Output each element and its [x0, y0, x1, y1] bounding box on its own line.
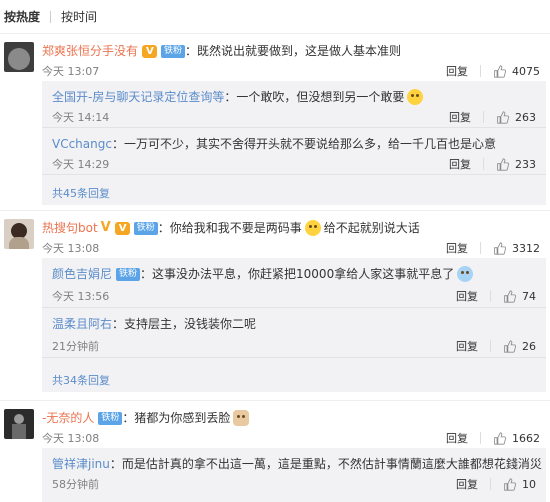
reply-button[interactable]: 回复 [456, 338, 478, 354]
comment-text: ：猪都为你感到丢脸 [122, 411, 231, 425]
reply-text: ：而是估計真的拿不出這一萬，這是重點，不然估計事情蘭這麼大誰都想花錢消災 [109, 457, 542, 471]
like-icon[interactable] [496, 110, 509, 124]
reply-username[interactable]: 温柔且阿右 [52, 316, 112, 332]
reply-item: 温柔且阿右 ：支持层主，没钱装你二呢 21分钟前 回复 26 [42, 308, 546, 358]
reply-button[interactable]: 回复 [446, 240, 468, 256]
reply-button[interactable]: 回复 [446, 430, 468, 446]
reply-button[interactable]: 回复 [449, 156, 471, 172]
reply-text: ：支持层主，没钱装你二呢 [112, 317, 257, 331]
sort-by-time-tab[interactable]: 按时间 [61, 8, 97, 25]
comment-time: 今天 13:08 [42, 432, 100, 445]
comment-item: 郑爽张恒分手没有 铁粉 ：既然说出就要做到，这是做人基本准则 今天 13:07 … [0, 34, 550, 211]
comment-item: 热搜句bot V 铁粉 ：你给我和我不要是两码事 给不起就别说大话 今天 13:… [0, 211, 550, 401]
reply-username[interactable]: 颜色吉娟尼 [52, 266, 112, 282]
fan-badge: 铁粉 [161, 44, 186, 58]
member-badge-icon [114, 221, 130, 237]
reply-time: 58分钟前 [52, 478, 99, 491]
comment-username[interactable]: 郑爽张恒分手没有 [42, 43, 138, 59]
sort-by-hot-tab[interactable]: 按热度 [4, 8, 40, 25]
reply-button[interactable]: 回复 [449, 109, 471, 125]
fan-badge: 铁粉 [98, 411, 123, 425]
like-count: 3312 [512, 241, 540, 255]
sort-divider [50, 10, 52, 23]
reply-time: 今天 14:29 [52, 158, 110, 171]
avatar[interactable] [4, 219, 34, 249]
emoji-icon [304, 220, 321, 236]
avatar[interactable] [4, 409, 34, 439]
comment-time: 今天 13:08 [42, 242, 100, 255]
like-icon[interactable] [493, 64, 506, 78]
reply-username[interactable]: VCchangc [52, 136, 112, 152]
like-count: 74 [522, 289, 536, 303]
like-count: 10 [522, 477, 536, 491]
like-count: 4075 [512, 64, 540, 78]
like-count: 1662 [512, 431, 540, 445]
reply-list: 全国开-房与聊天记录定位查询等 ：一个敢吹，但没想到另一个敢要 今天 14:14… [42, 81, 546, 205]
reply-text: ：一个敢吹，但没想到另一个敢要 [224, 90, 405, 104]
like-icon[interactable] [503, 339, 516, 353]
reply-button[interactable]: 回复 [456, 476, 478, 492]
reply-button[interactable]: 回复 [456, 288, 478, 304]
emoji-icon [457, 266, 474, 282]
like-icon[interactable] [503, 289, 516, 303]
emoji-icon [407, 89, 424, 105]
like-icon[interactable] [503, 477, 516, 491]
like-count: 26 [522, 339, 536, 353]
like-icon[interactable] [493, 241, 506, 255]
comment-username[interactable]: -无奈的人 [42, 410, 94, 426]
reply-text: ：一万可不少，其实不舍得开头就不要说给那么多，给一千几百也是心意 [111, 137, 496, 151]
fan-badge: 铁粉 [133, 221, 158, 235]
reply-item: VCchangc ：一万可不少，其实不舍得开头就不要说给那么多，给一千几百也是心… [42, 128, 546, 175]
reply-list: 颜色吉娟尼 铁粉 ：这事没办法平息，你赶紧把10000拿给人家这事就平息了 今天… [42, 258, 546, 392]
reply-time: 今天 13:56 [52, 290, 110, 303]
like-count: 263 [515, 110, 536, 124]
reply-button[interactable]: 回复 [446, 63, 468, 79]
comment-item: -无奈的人 铁粉 ：猪都为你感到丢脸 今天 13:08 回复 1662 管祥津j… [0, 401, 550, 502]
reply-time: 今天 14:14 [52, 111, 110, 124]
reply-username[interactable]: 管祥津jinu [52, 456, 110, 472]
more-replies-link[interactable]: 共45条回复 [52, 185, 110, 201]
reply-username[interactable]: 全国开-房与聊天记录定位查询等 [52, 89, 224, 105]
reply-text: ：这事没办法平息，你赶紧把10000拿给人家这事就平息了 [140, 267, 455, 281]
fan-badge: 铁粉 [116, 267, 141, 281]
comment-username[interactable]: 热搜句bot [42, 220, 98, 236]
reply-list: 管祥津jinu ：而是估計真的拿不出這一萬，這是重點，不然估計事情蘭這麼大誰都想… [42, 448, 546, 502]
avatar[interactable] [4, 42, 34, 72]
reply-item: 全国开-房与聊天记录定位查询等 ：一个敢吹，但没想到另一个敢要 今天 14:14… [42, 81, 546, 128]
emoji-icon [233, 410, 250, 426]
like-icon[interactable] [493, 431, 506, 445]
like-icon[interactable] [496, 157, 509, 171]
like-count: 233 [515, 157, 536, 171]
comment-text: ：既然说出就要做到，这是做人基本准则 [185, 44, 402, 58]
reply-item: 管祥津jinu ：而是估計真的拿不出這一萬，這是重點，不然估計事情蘭這麼大誰都想… [42, 448, 546, 502]
comment-text: ：你给我和我不要是两码事 [157, 221, 302, 235]
verified-v-icon: V [100, 220, 111, 235]
comment-time: 今天 13:07 [42, 65, 100, 78]
reply-item: 颜色吉娟尼 铁粉 ：这事没办法平息，你赶紧把10000拿给人家这事就平息了 今天… [42, 258, 546, 308]
reply-time: 21分钟前 [52, 340, 99, 353]
comment-text-continued: 给不起就别说大话 [323, 221, 420, 235]
more-replies-link[interactable]: 共34条回复 [52, 372, 110, 388]
sort-bar: 按热度 按时间 [0, 0, 550, 34]
member-badge-icon [142, 44, 158, 60]
